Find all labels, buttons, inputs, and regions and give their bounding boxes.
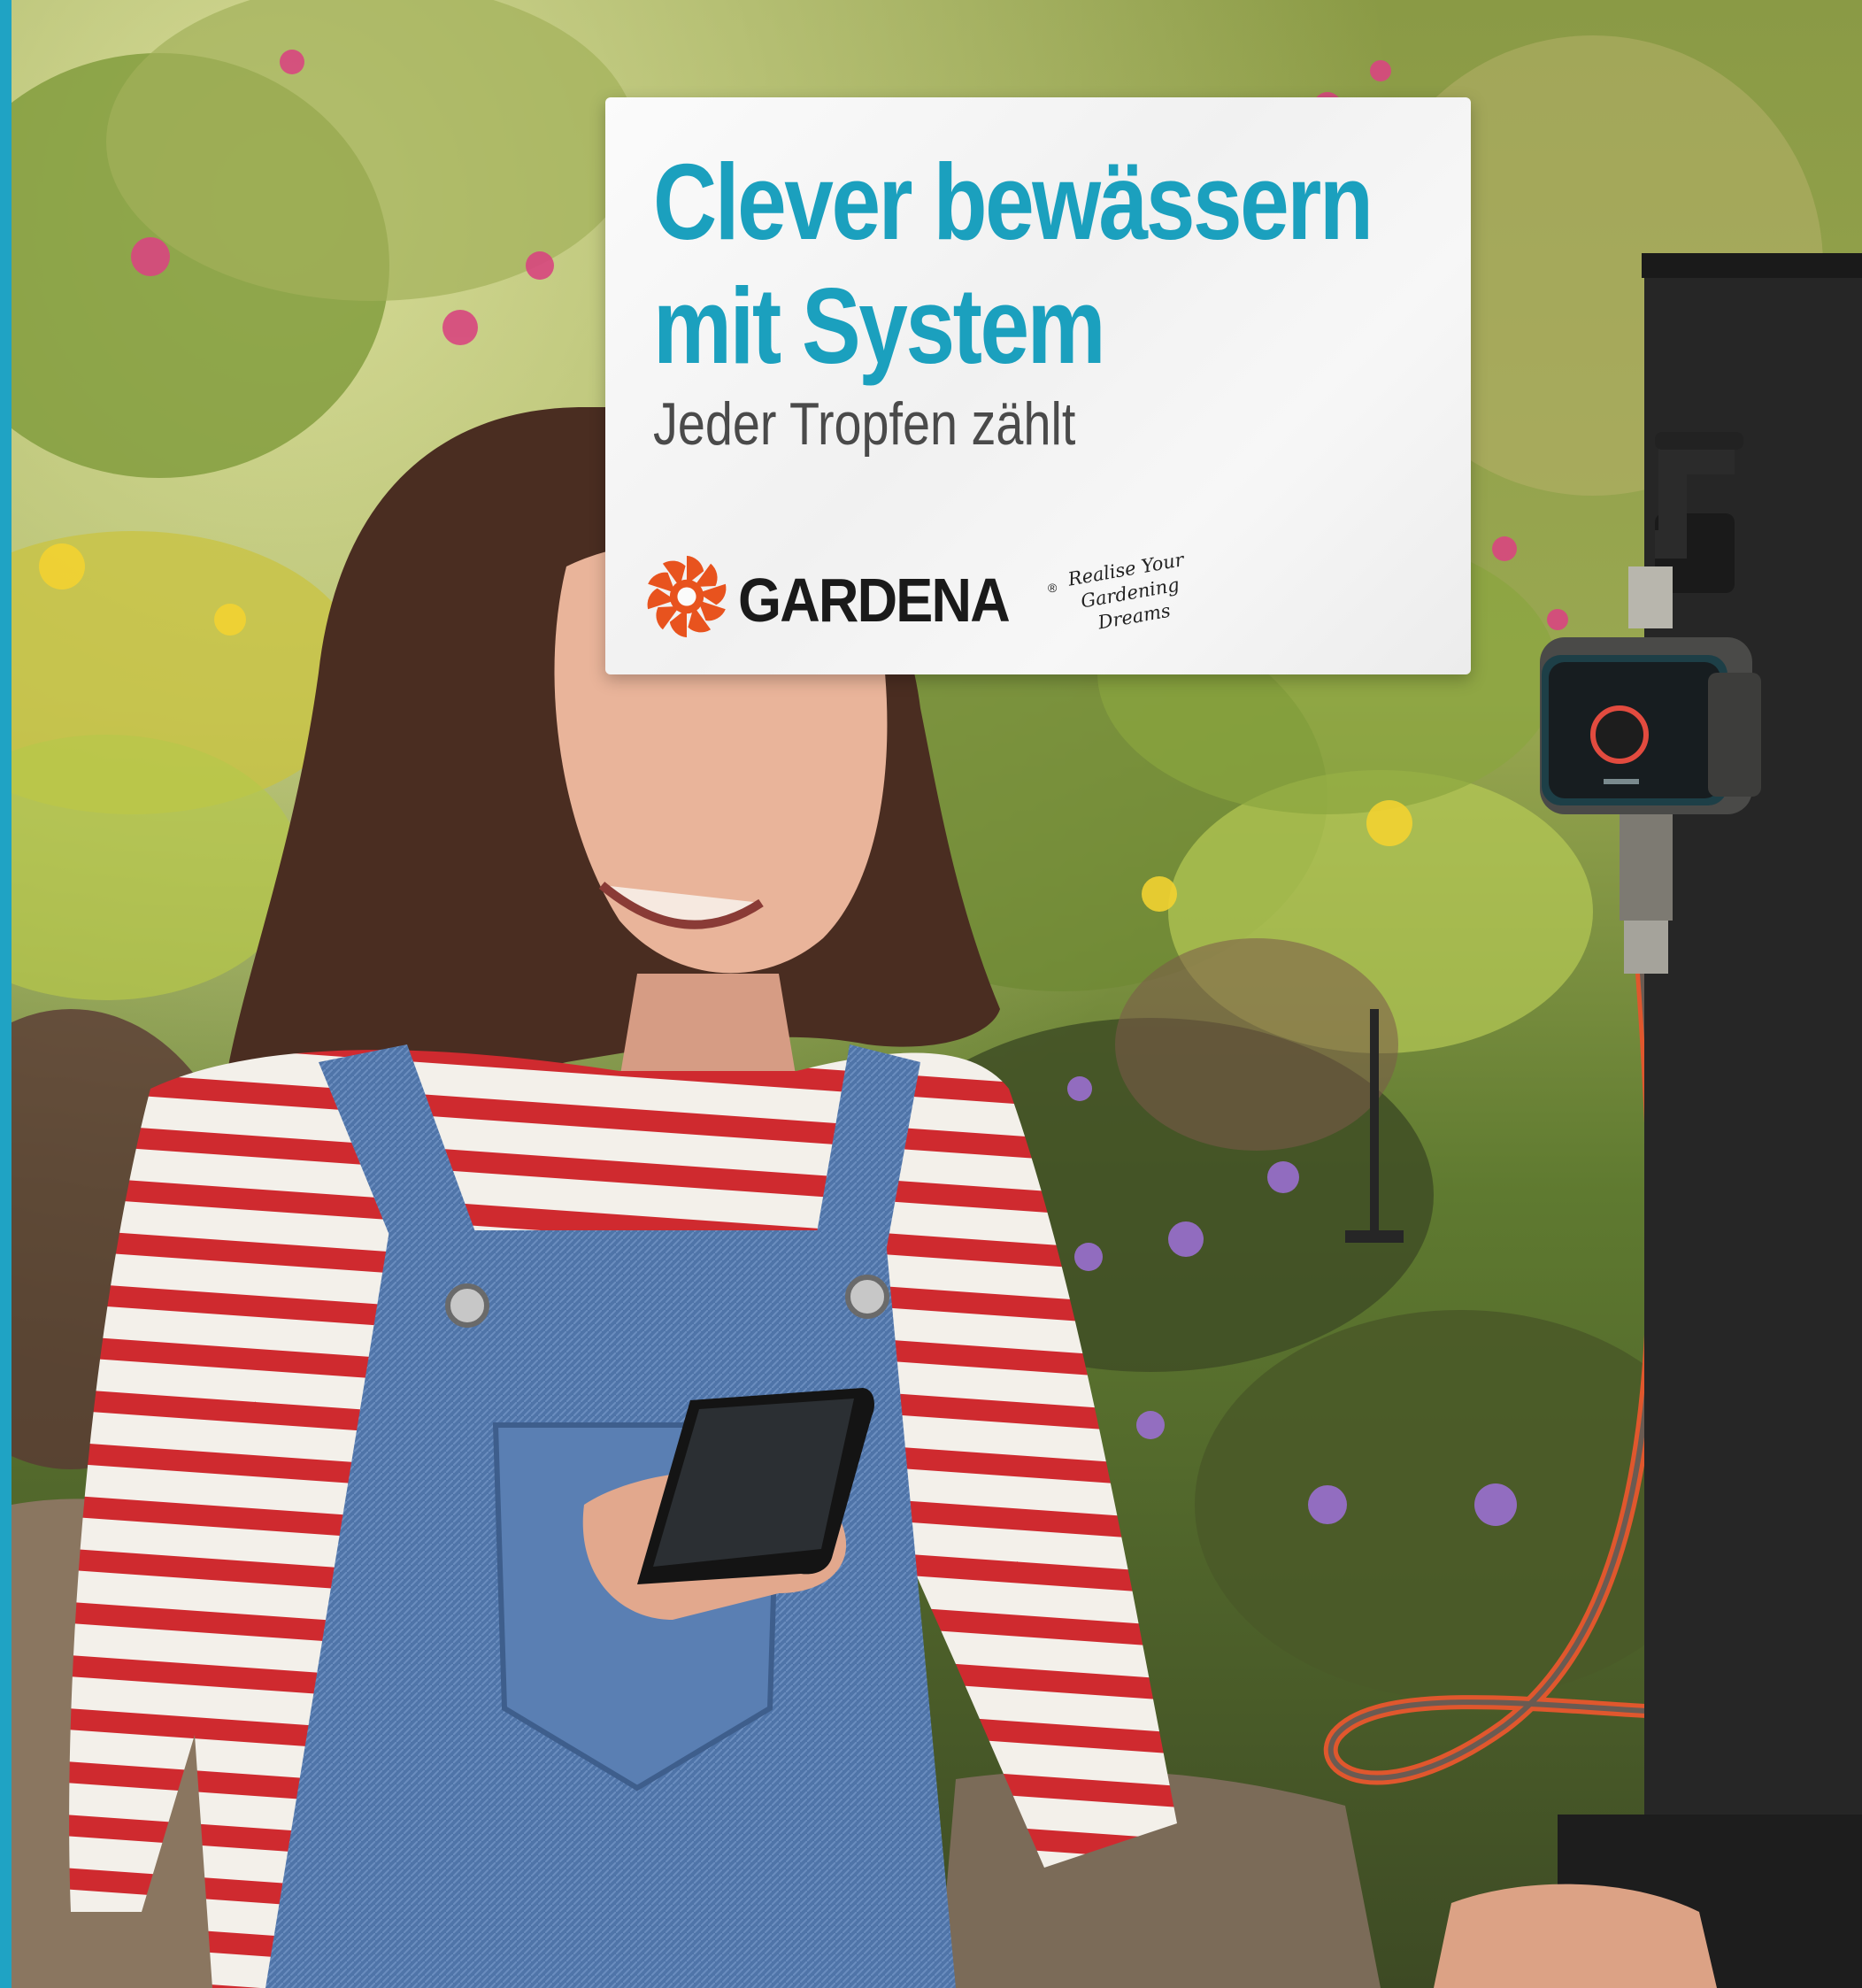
cover-page: Clever bewässern mit System Jeder Tropfe… xyxy=(0,0,1862,1988)
brand-tagline: Realise Your Gardening Dreams xyxy=(1058,547,1202,641)
accent-edge-bar xyxy=(0,0,12,1988)
page-title: Clever bewässern mit System xyxy=(653,140,1373,388)
title-line-2: mit System xyxy=(653,266,1106,386)
subtitle: Jeder Tropfen zählt xyxy=(653,390,1076,458)
title-card: Clever bewässern mit System Jeder Tropfe… xyxy=(605,97,1471,674)
gardena-flower-logo-icon xyxy=(647,555,727,638)
registered-mark: ® xyxy=(1048,581,1058,595)
brand-name: GARDENA xyxy=(738,566,1011,635)
title-line-1: Clever bewässern xyxy=(653,142,1373,262)
